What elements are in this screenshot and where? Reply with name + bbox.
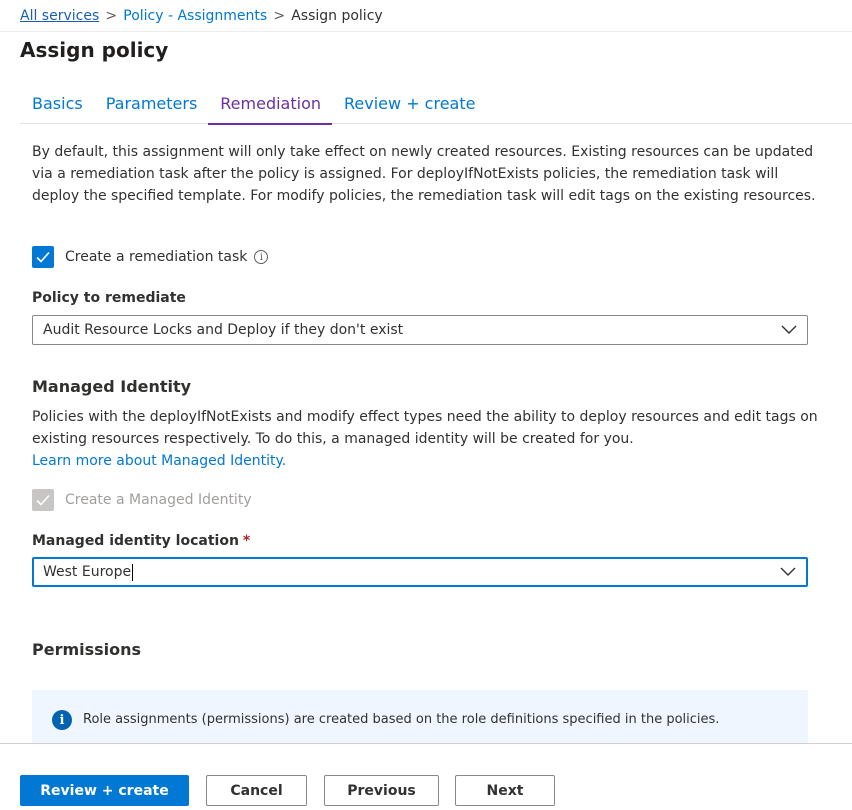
breadcrumb: All services > Policy - Assignments > As…	[0, 0, 852, 32]
managed-identity-location-label-text: Managed identity location	[32, 533, 239, 549]
breadcrumb-policy-assignments[interactable]: Policy - Assignments	[123, 8, 267, 24]
create-remediation-task-row[interactable]: Create a remediation task i	[32, 246, 269, 268]
breadcrumb-all-services[interactable]: All services	[20, 8, 99, 24]
permissions-heading: Permissions	[32, 640, 142, 659]
policy-to-remediate-label: Policy to remediate	[32, 290, 186, 306]
policy-to-remediate-dropdown[interactable]: Audit Resource Locks and Deploy if they …	[32, 315, 808, 345]
tab-remediation[interactable]: Remediation	[208, 84, 332, 125]
checkmark-icon	[36, 251, 50, 263]
permissions-info-text: Role assignments (permissions) are creat…	[83, 712, 720, 727]
breadcrumb-separator: >	[105, 7, 118, 24]
create-managed-identity-checkbox	[32, 489, 54, 511]
create-remediation-task-checkbox[interactable]	[32, 246, 54, 268]
create-managed-identity-row: Create a Managed Identity	[32, 489, 252, 511]
info-circle-icon: i	[52, 710, 72, 730]
tab-review-create[interactable]: Review + create	[332, 84, 486, 124]
review-create-button[interactable]: Review + create	[20, 775, 189, 806]
text-cursor	[132, 563, 134, 581]
create-remediation-task-label: Create a remediation task	[65, 249, 248, 265]
required-marker: *	[242, 533, 251, 549]
tab-parameters[interactable]: Parameters	[94, 84, 209, 124]
remediation-description: By default, this assignment will only ta…	[32, 144, 816, 204]
page-title: Assign policy	[20, 38, 169, 62]
footer-bar: Review + create Cancel Previous Next	[0, 743, 852, 810]
managed-identity-heading: Managed Identity	[32, 377, 192, 396]
managed-identity-location-dropdown[interactable]: West Europe	[32, 557, 808, 587]
chevron-down-icon	[781, 325, 797, 334]
managed-identity-description-text: Policies with the deployIfNotExists and …	[32, 409, 818, 447]
permissions-info-box: i Role assignments (permissions) are cre…	[32, 690, 808, 746]
cancel-button[interactable]: Cancel	[206, 775, 307, 806]
chevron-down-icon	[780, 567, 796, 576]
next-button[interactable]: Next	[455, 775, 555, 806]
breadcrumb-separator: >	[273, 7, 286, 24]
checkmark-icon	[36, 494, 50, 506]
policy-to-remediate-value: Audit Resource Locks and Deploy if they …	[43, 322, 404, 338]
tab-bar: Basics Parameters Remediation Review + c…	[20, 84, 852, 125]
managed-identity-location-value: West Europe	[43, 564, 132, 580]
create-managed-identity-label: Create a Managed Identity	[65, 492, 252, 508]
managed-identity-location-label: Managed identity location *	[32, 533, 250, 549]
learn-more-managed-identity-link[interactable]: Learn more about Managed Identity.	[32, 453, 286, 469]
tab-basics[interactable]: Basics	[20, 84, 94, 124]
breadcrumb-current: Assign policy	[291, 7, 383, 24]
info-icon[interactable]: i	[254, 250, 269, 264]
previous-button[interactable]: Previous	[324, 775, 439, 806]
managed-identity-description: Policies with the deployIfNotExists and …	[32, 406, 832, 472]
